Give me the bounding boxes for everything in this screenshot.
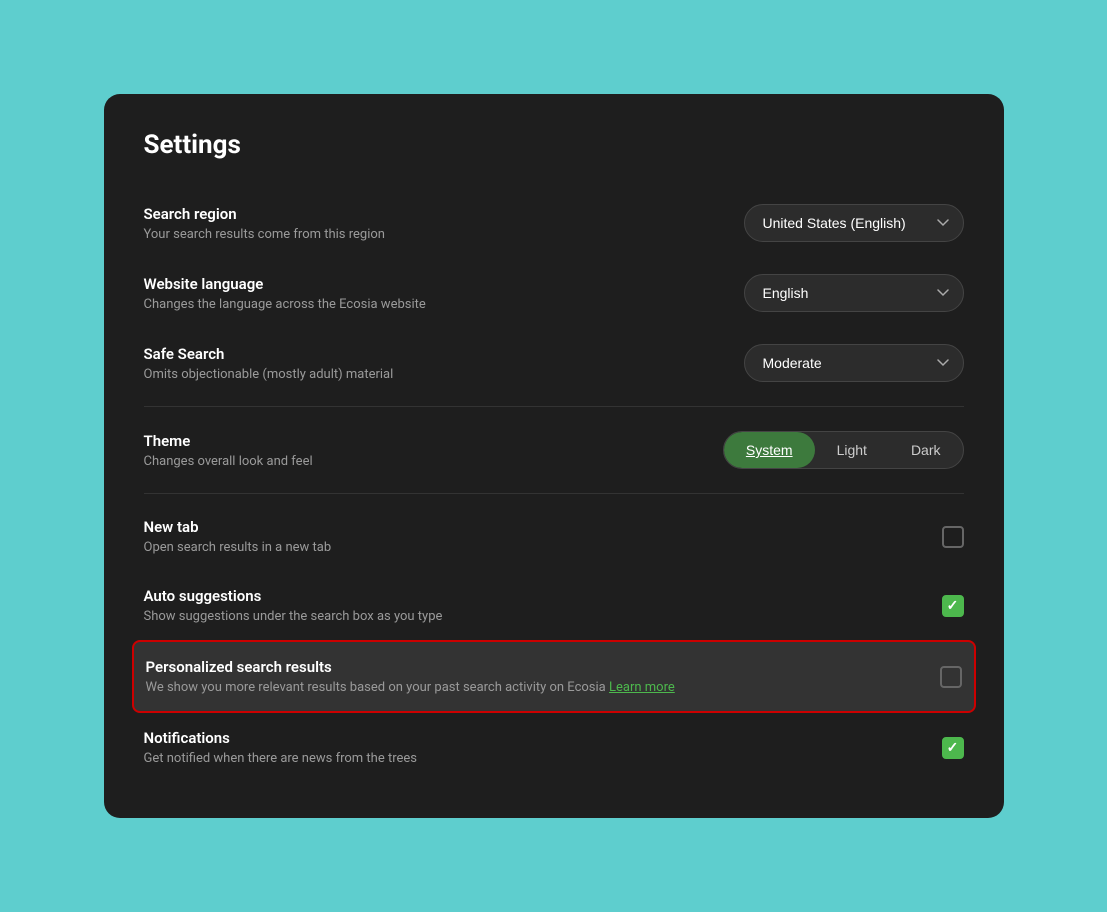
search-region-row: Search region Your search results come f… [144, 188, 964, 258]
search-region-left: Search region Your search results come f… [144, 205, 720, 242]
theme-row: Theme Changes overall look and feel Syst… [144, 415, 964, 485]
notifications-right [942, 737, 964, 759]
new-tab-row: New tab Open search results in a new tab [144, 502, 964, 571]
theme-desc: Changes overall look and feel [144, 454, 699, 469]
learn-more-link[interactable]: Learn more [609, 680, 675, 695]
website-language-row: Website language Changes the language ac… [144, 258, 964, 328]
new-tab-label: New tab [144, 518, 918, 536]
new-tab-desc: Open search results in a new tab [144, 540, 918, 555]
safe-search-row: Safe Search Omits objectionable (mostly … [144, 328, 964, 398]
theme-toggle-group: System Light Dark [723, 431, 964, 469]
personalized-search-desc: We show you more relevant results based … [146, 680, 916, 695]
safe-search-right: Strict Moderate Off [744, 344, 964, 382]
search-region-select[interactable]: United States (English) United Kingdom (… [744, 204, 964, 242]
theme-label: Theme [144, 432, 699, 450]
auto-suggestions-right [942, 595, 964, 617]
new-tab-checkbox[interactable] [942, 526, 964, 548]
website-language-label: Website language [144, 275, 720, 293]
auto-suggestions-label: Auto suggestions [144, 587, 918, 605]
theme-light-button[interactable]: Light [815, 432, 889, 468]
notifications-row: Notifications Get notified when there ar… [144, 713, 964, 782]
personalized-search-right [940, 666, 962, 688]
new-tab-left: New tab Open search results in a new tab [144, 518, 918, 555]
search-region-right: United States (English) United Kingdom (… [744, 204, 964, 242]
safe-search-desc: Omits objectionable (mostly adult) mater… [144, 367, 720, 382]
personalized-search-checkbox[interactable] [940, 666, 962, 688]
website-language-select[interactable]: English German French Spanish [744, 274, 964, 312]
auto-suggestions-row: Auto suggestions Show suggestions under … [144, 571, 964, 640]
notifications-label: Notifications [144, 729, 918, 747]
search-region-label: Search region [144, 205, 720, 223]
notifications-left: Notifications Get notified when there ar… [144, 729, 918, 766]
theme-left: Theme Changes overall look and feel [144, 432, 699, 469]
theme-dark-button[interactable]: Dark [889, 432, 963, 468]
notifications-desc: Get notified when there are news from th… [144, 751, 918, 766]
website-language-left: Website language Changes the language ac… [144, 275, 720, 312]
personalized-search-desc-text: We show you more relevant results based … [146, 680, 606, 695]
personalized-search-left: Personalized search results We show you … [146, 658, 916, 695]
settings-panel: Settings Search region Your search resul… [104, 94, 1004, 818]
notifications-checkbox[interactable] [942, 737, 964, 759]
theme-system-button[interactable]: System [724, 432, 815, 468]
divider-1 [144, 406, 964, 407]
theme-right: System Light Dark [723, 431, 964, 469]
safe-search-label: Safe Search [144, 345, 720, 363]
new-tab-right [942, 526, 964, 548]
divider-2 [144, 493, 964, 494]
safe-search-select[interactable]: Strict Moderate Off [744, 344, 964, 382]
page-title: Settings [144, 130, 964, 160]
search-region-desc: Your search results come from this regio… [144, 227, 720, 242]
website-language-right: English German French Spanish [744, 274, 964, 312]
safe-search-left: Safe Search Omits objectionable (mostly … [144, 345, 720, 382]
auto-suggestions-desc: Show suggestions under the search box as… [144, 609, 918, 624]
website-language-desc: Changes the language across the Ecosia w… [144, 297, 720, 312]
auto-suggestions-left: Auto suggestions Show suggestions under … [144, 587, 918, 624]
personalized-search-row: Personalized search results We show you … [132, 640, 976, 713]
auto-suggestions-checkbox[interactable] [942, 595, 964, 617]
personalized-search-label: Personalized search results [146, 658, 916, 676]
